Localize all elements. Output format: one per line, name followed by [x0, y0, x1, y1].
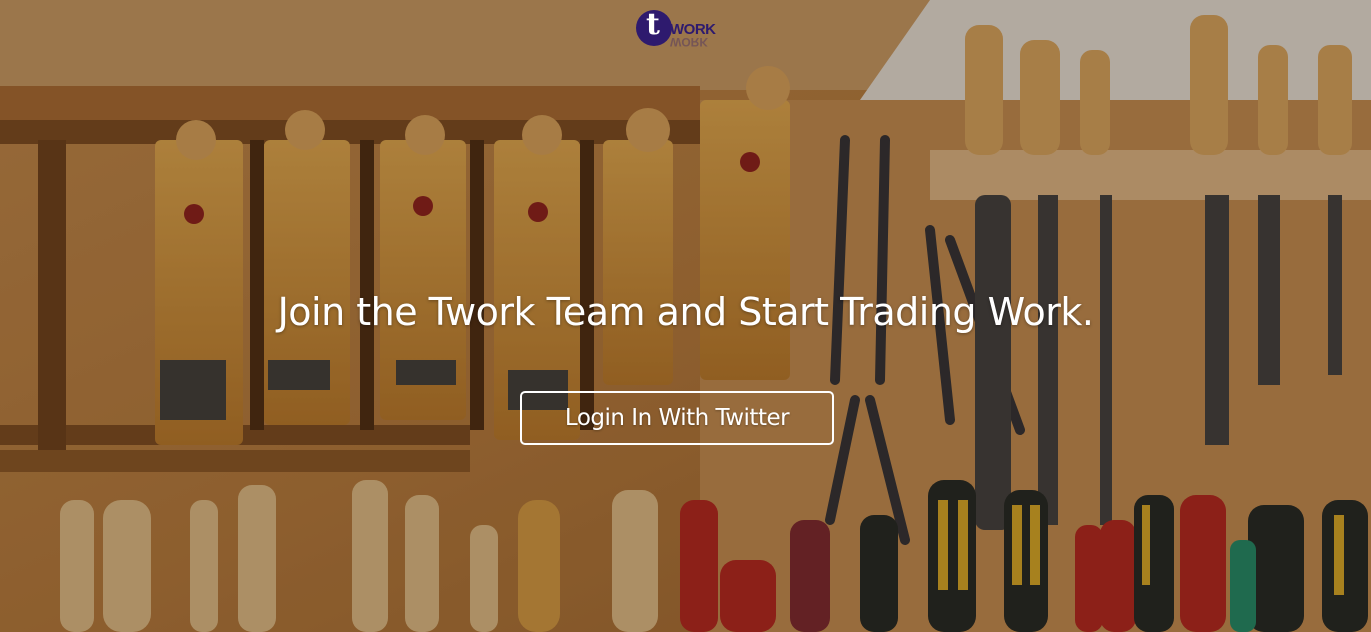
logo-mark: t — [646, 7, 660, 42]
logo-wordmark-reflection: WORK — [670, 35, 708, 49]
hero-section: t WORK WORK Join the Twork Team and Star… — [0, 0, 1371, 632]
hero-headline: Join the Twork Team and Start Trading Wo… — [277, 290, 1094, 334]
login-with-twitter-button[interactable]: Login In With Twitter — [520, 391, 834, 445]
twork-logo[interactable]: t WORK WORK — [636, 7, 726, 49]
